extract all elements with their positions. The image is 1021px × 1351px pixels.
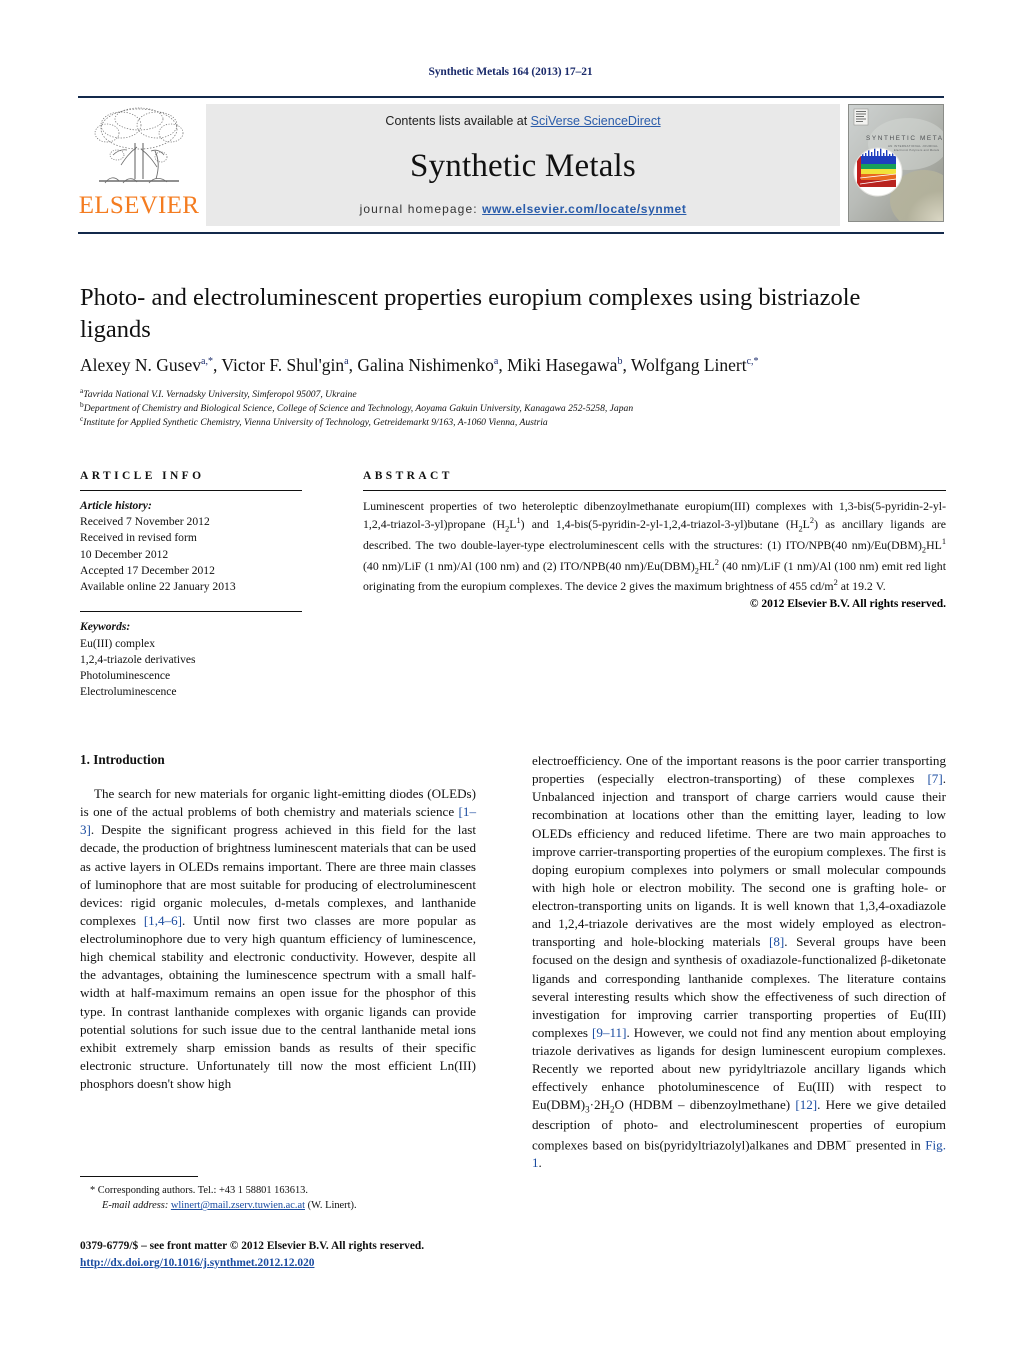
email-owner: (W. Linert). <box>307 1200 357 1212</box>
keyword-item: Eu(III) complex <box>80 636 156 650</box>
journal-homepage-link[interactable]: www.elsevier.com/locate/synmet <box>482 202 686 216</box>
keywords-title: Keywords: <box>80 620 131 634</box>
contents-prefix: Contents lists available at <box>385 114 531 128</box>
keywords-block: Keywords: Eu(III) complex 1,2,4-triazole… <box>80 619 302 700</box>
front-matter-block: 0379-6779/$ – see front matter © 2012 El… <box>80 1238 540 1272</box>
history-item: Received 7 November 2012 <box>80 515 210 529</box>
author-list: Alexey N. Guseva,*, Victor F. Shul'gina,… <box>80 355 759 375</box>
journal-cover-image: SYNTHETIC METALS AN INTERNATIONAL JOURNA… <box>848 104 944 222</box>
keyword-item: Photoluminescence <box>80 668 171 682</box>
history-item: Received in revised form <box>80 531 197 545</box>
keyword-item: 1,2,4-triazole derivatives <box>80 652 196 666</box>
abstract-copyright: © 2012 Elsevier B.V. All rights reserved… <box>749 598 946 611</box>
svg-text:AN INTERNATIONAL JOURNAL: AN INTERNATIONAL JOURNAL <box>888 144 938 148</box>
front-matter-text: 0379-6779/$ – see front matter © 2012 El… <box>80 1240 425 1252</box>
paper-page: Synthetic Metals 164 (2013) 17–21 ELSEVI… <box>0 0 1021 1351</box>
svg-text:SYNTHETIC METALS: SYNTHETIC METALS <box>866 135 944 142</box>
article-history-title: Article history: <box>80 499 152 512</box>
homepage-label: journal homepage: <box>359 202 478 216</box>
abstract-heading: ABSTRACT <box>363 470 453 482</box>
contents-available-line: Contents lists available at SciVerse Sci… <box>385 114 660 128</box>
email-note: E-mail address: wlinert@mail.zserv.tuwie… <box>80 1198 480 1213</box>
abstract-rule <box>363 490 946 491</box>
keyword-item: Electroluminescence <box>80 685 177 699</box>
abstract-block: ABSTRACT Luminescent properties of two h… <box>363 470 946 610</box>
journal-cover-thumbnail: SYNTHETIC METALS AN INTERNATIONAL JOURNA… <box>848 104 944 226</box>
affiliation-text-a: Tavrida National V.I. Vernadsky Universi… <box>83 389 357 401</box>
section-heading-introduction: 1. Introduction <box>80 752 165 767</box>
article-info-heading: ARTICLE INFO <box>80 470 205 482</box>
affiliation-text-b: Department of Chemistry and Biological S… <box>83 403 634 415</box>
introduction-right-column: electroefficiency. One of the important … <box>532 752 946 1172</box>
abstract-text: Luminescent properties of two heterolept… <box>363 499 946 594</box>
elsevier-logo: ELSEVIER <box>78 98 200 232</box>
footnote-block: * Corresponding authors. Tel.: +43 1 588… <box>80 1176 480 1213</box>
introduction-paragraph-left: The search for new materials for organic… <box>80 786 476 1091</box>
history-item: Available online 22 January 2013 <box>80 580 236 594</box>
keywords-rule <box>80 611 302 613</box>
journal-info-panel: Contents lists available at SciVerse Sci… <box>206 104 840 226</box>
elsevier-wordmark: ELSEVIER <box>78 192 200 219</box>
running-head: Synthetic Metals 164 (2013) 17–21 <box>428 66 593 78</box>
journal-homepage-line: journal homepage: www.elsevier.com/locat… <box>360 202 687 216</box>
email-link[interactable]: wlinert@mail.zserv.tuwien.ac.at <box>171 1200 305 1211</box>
affiliation-text-c: Institute for Applied Synthetic Chemistr… <box>83 417 548 429</box>
page-title: Photo- and electroluminescent properties… <box>80 284 861 343</box>
svg-text:Electronic Polymers and Metals: Electronic Polymers and Metals <box>894 148 940 152</box>
sciencedirect-link[interactable]: SciVerse ScienceDirect <box>531 114 661 128</box>
footnote-divider <box>80 1176 198 1177</box>
article-info-rule <box>80 490 302 491</box>
introduction-left-column: 1. Introduction The search for new mater… <box>80 752 476 1093</box>
email-label: E-mail address: <box>102 1200 169 1212</box>
journal-title: Synthetic Metals <box>410 147 636 184</box>
introduction-paragraph-right: electroefficiency. One of the important … <box>532 753 946 1171</box>
article-history: Article history: Received 7 November 201… <box>80 498 302 595</box>
corresponding-author-note: * Corresponding authors. Tel.: +43 1 588… <box>90 1185 308 1196</box>
doi-link[interactable]: http://dx.doi.org/10.1016/j.synthmet.201… <box>80 1257 314 1269</box>
affiliation-c: cInstitute for Applied Synthetic Chemist… <box>80 414 950 430</box>
elsevier-tree-icon <box>94 107 184 184</box>
history-item: Accepted 17 December 2012 <box>80 563 215 577</box>
history-item: 10 December 2012 <box>80 547 169 561</box>
journal-masthead: ELSEVIER Contents lists available at Sci… <box>78 96 944 234</box>
article-info-block: ARTICLE INFO Article history: Received 7… <box>80 470 302 700</box>
